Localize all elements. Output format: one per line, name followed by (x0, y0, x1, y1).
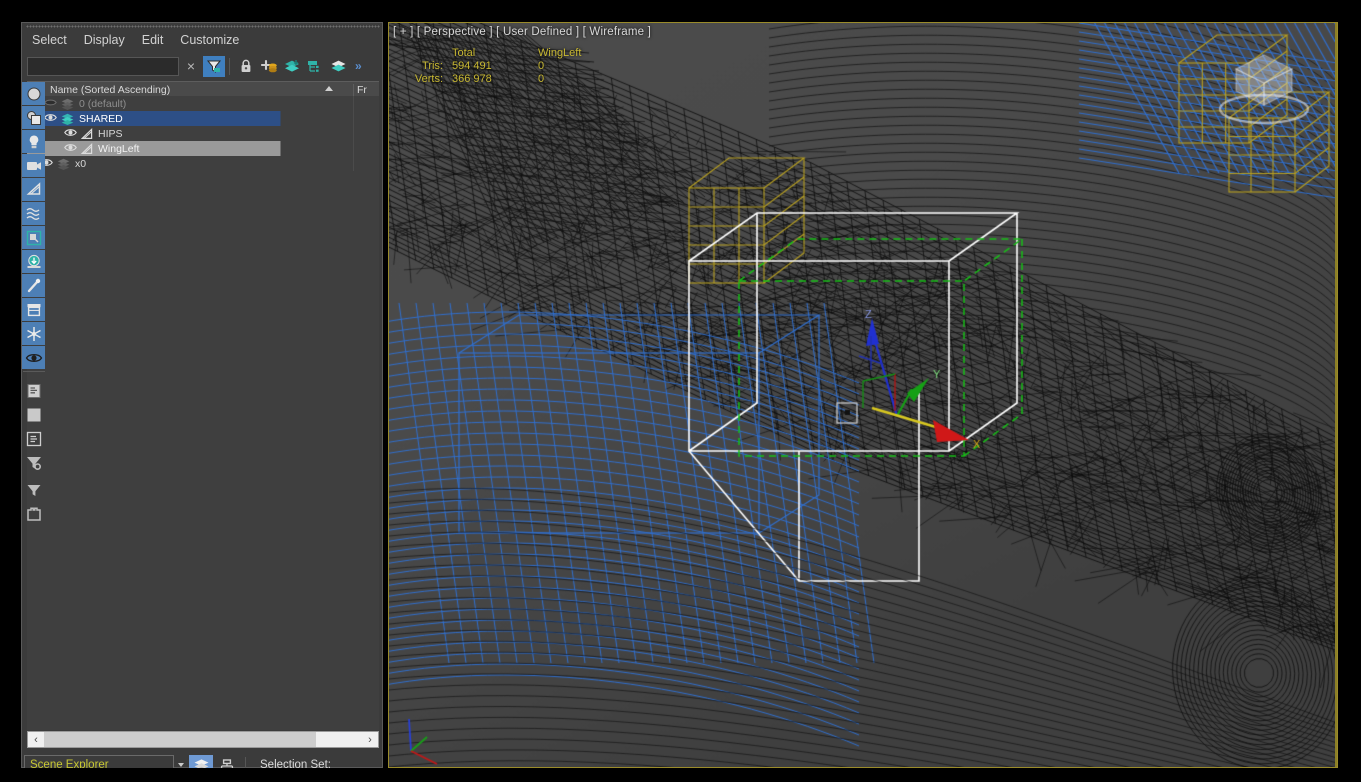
select-shape-icon[interactable] (22, 106, 45, 129)
tree-row-x0[interactable]: x0 (27, 156, 379, 171)
stats-row-verts-total: 366 978 (452, 73, 538, 86)
tree-row-label: SHARED (79, 113, 123, 125)
tree-row-label: 0 (default) (79, 98, 126, 110)
explorer-menubar: Select Display Edit Customize (22, 29, 382, 51)
explorer-side-toolbar (22, 82, 47, 526)
layer-icon-gray (57, 158, 70, 170)
visibility-eye-icon[interactable] (64, 142, 77, 156)
filter-funnel-icon[interactable] (22, 478, 45, 501)
stats-row-tris-total: 594 491 (452, 60, 538, 73)
menu-edit[interactable]: Edit (142, 33, 164, 47)
object-icon (81, 143, 93, 155)
lights-icon[interactable] (22, 130, 45, 153)
horizontal-scrollbar[interactable]: ‹ › (27, 731, 379, 748)
layer-icon-teal (61, 113, 74, 125)
select-object-icon[interactable] (22, 82, 45, 105)
list-column-header: Name (Sorted Ascending) Fr (27, 81, 379, 97)
column-header-frozen[interactable]: Fr (353, 84, 379, 96)
tree-row-0-default[interactable]: 0 (default) (27, 96, 379, 111)
layers-icon[interactable] (281, 56, 303, 77)
containers-icon[interactable] (22, 298, 45, 321)
visibility-eye-icon[interactable] (64, 127, 77, 141)
side-toolbar-divider (23, 371, 45, 377)
perspective-viewport[interactable]: [ + ] [ Perspective ] [ User Defined ] [… (388, 22, 1338, 768)
tree-row-shared[interactable]: SHARED (27, 111, 379, 126)
cameras-icon[interactable] (22, 154, 45, 177)
object-icon (81, 128, 93, 140)
menu-customize[interactable]: Customize (180, 33, 239, 47)
panel-drag-grip[interactable] (26, 25, 380, 28)
row-column-divider (353, 96, 354, 111)
stats-header-object: WingLeft (538, 47, 581, 60)
hidden-icon[interactable] (22, 346, 45, 369)
scrollbar-thumb[interactable] (44, 732, 316, 747)
column-header-name[interactable]: Name (Sorted Ascending) (43, 84, 353, 96)
tree-row-hips[interactable]: HIPS (27, 126, 379, 141)
search-input-wrap[interactable] (27, 57, 179, 76)
groups-icon[interactable] (22, 226, 45, 249)
tree-row-wingleft[interactable]: WingLeft (27, 141, 379, 156)
toolbar-overflow-chevron[interactable]: » (355, 59, 362, 73)
blank-panel-icon[interactable] (22, 403, 45, 426)
viewport-label[interactable]: [ + ] [ Perspective ] [ User Defined ] [… (393, 26, 651, 38)
search-input[interactable] (28, 59, 178, 76)
sort-ascending-icon (325, 86, 333, 91)
menu-select[interactable]: Select (32, 33, 67, 47)
stack-icon[interactable] (327, 56, 349, 77)
stats-header-total: Total (452, 47, 538, 60)
helpers-icon[interactable] (22, 178, 45, 201)
filter-settings-icon[interactable] (22, 451, 45, 474)
stats-row-verts-label: Verts: (399, 73, 452, 86)
xrefs-icon[interactable] (22, 250, 45, 273)
viewport-3d-canvas[interactable] (389, 23, 1337, 767)
clear-search-icon[interactable]: × (180, 56, 202, 77)
properties-icon[interactable] (22, 427, 45, 450)
tree-row-label: WingLeft (98, 143, 139, 155)
toolbar-divider (229, 58, 230, 75)
scroll-right-arrow-icon[interactable]: › (362, 732, 378, 747)
scroll-left-arrow-icon[interactable]: ‹ (28, 732, 44, 747)
stats-row-verts-object: 0 (538, 73, 581, 86)
app-window: Select Display Edit Customize × (0, 0, 1361, 782)
window-bottom-bar (0, 768, 1361, 782)
lock-icon[interactable] (235, 56, 257, 77)
frozen-icon[interactable] (22, 322, 45, 345)
tree-row-label: HIPS (98, 128, 123, 140)
expander-placeholder (51, 133, 64, 134)
scene-explorer-panel: Select Display Edit Customize × (21, 22, 383, 768)
menu-display[interactable]: Display (84, 33, 125, 47)
stats-row-tris-object: 0 (538, 60, 581, 73)
filter-icon[interactable] (203, 56, 225, 77)
tree-row-label: x0 (75, 158, 86, 170)
add-layer-icon[interactable] (258, 56, 280, 77)
row-column-divider (353, 156, 354, 171)
row-column-divider (353, 141, 354, 156)
bones-icon[interactable] (22, 274, 45, 297)
stats-row-tris-label: Tris: (399, 60, 452, 73)
hierarchy-icon[interactable] (304, 56, 326, 77)
explorer-filter-toolbar: × (27, 54, 379, 78)
container-open-icon[interactable] (22, 502, 45, 525)
row-column-divider (353, 126, 354, 141)
layer-icon-gray (61, 98, 74, 110)
expander-placeholder (51, 148, 64, 149)
space-warps-icon[interactable] (22, 202, 45, 225)
viewport-right-edge (1335, 23, 1337, 767)
viewport-statistics: Total WingLeft Tris: 594 491 0 Verts: 36… (399, 47, 581, 86)
display-list-icon[interactable] (22, 379, 45, 402)
scene-tree-list[interactable]: 0 (default) SHARED HIPS WingLeft x0 (27, 96, 379, 730)
row-column-divider (353, 111, 354, 126)
